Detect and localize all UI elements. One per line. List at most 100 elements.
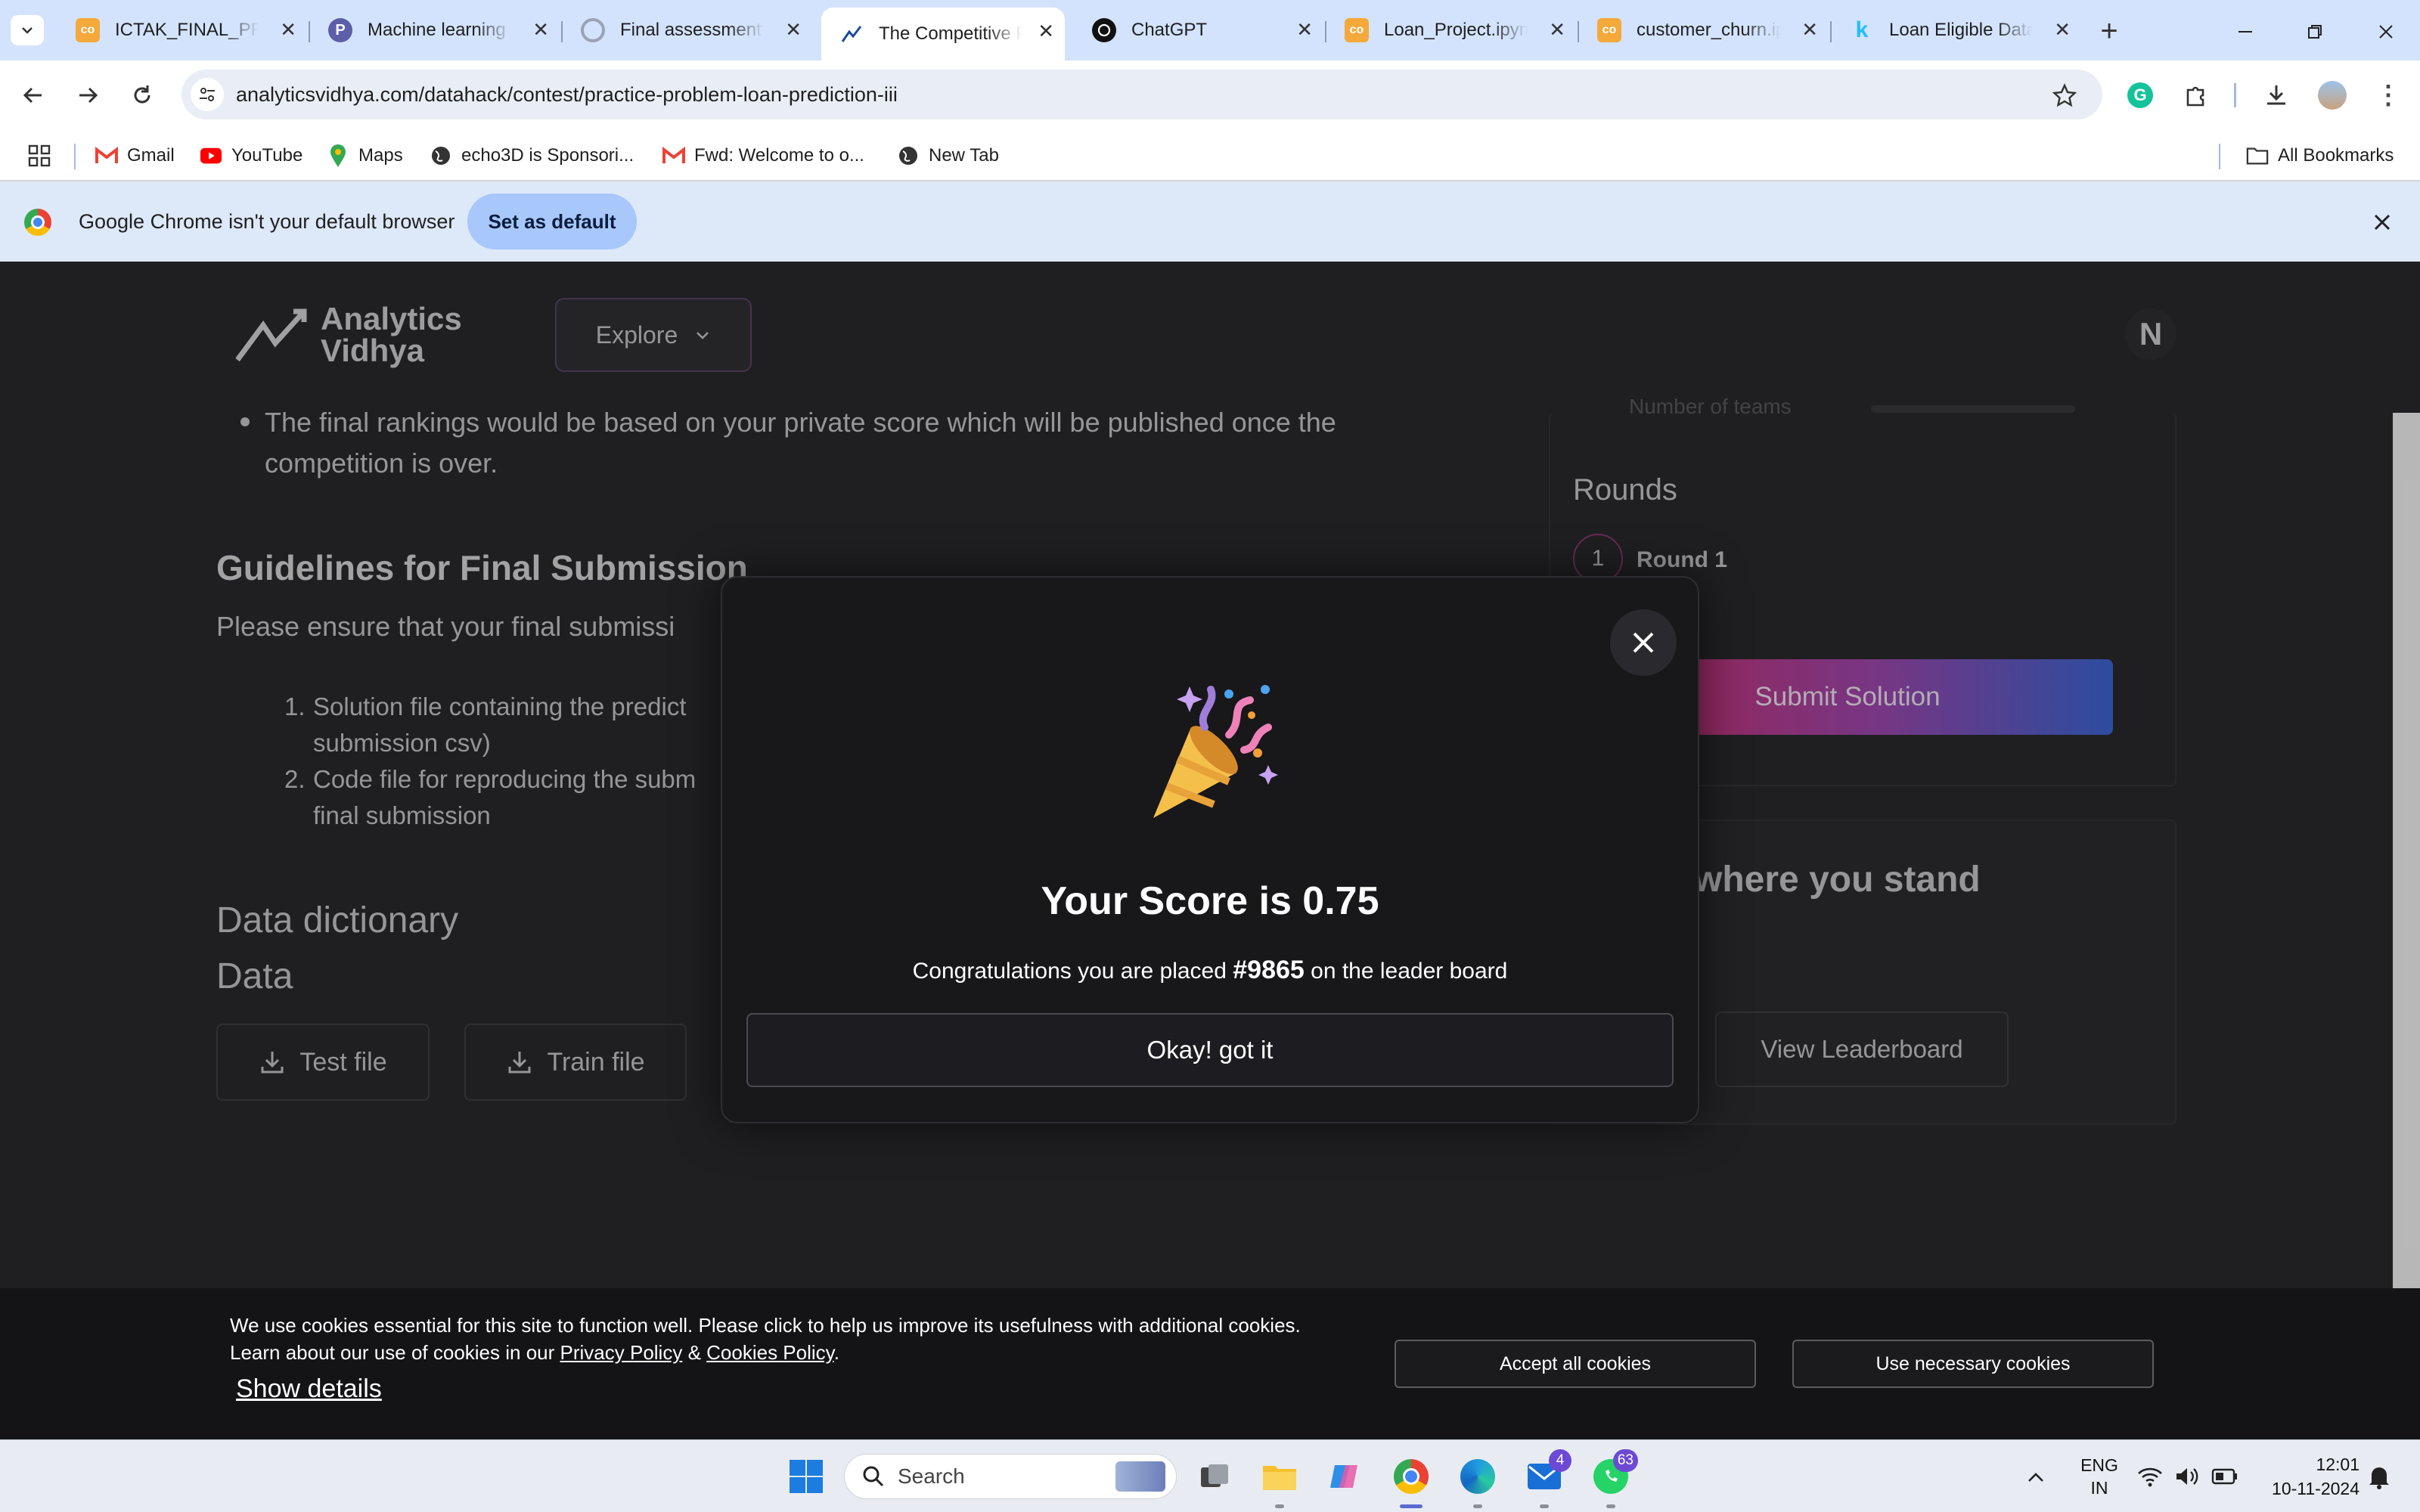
copilot-icon[interactable] [1322, 1454, 1367, 1499]
restore-icon [2308, 25, 2322, 39]
okay-got-it-button[interactable]: Okay! got it [746, 1013, 1674, 1087]
privacy-policy-link[interactable]: Privacy Policy [560, 1341, 683, 1364]
cookie-line2-prefix: Learn about our use of cookies in our [230, 1341, 560, 1364]
cookie-period: . [833, 1341, 839, 1364]
clock[interactable]: 12:01 10-11-2024 [2254, 1452, 2360, 1501]
address-bar[interactable]: analyticsvidhya.com/datahack/contest/pra… [182, 70, 2102, 119]
volume-icon[interactable] [2175, 1466, 2201, 1487]
profile-avatar[interactable] [2311, 74, 2353, 116]
close-icon [2379, 25, 2393, 39]
bookmark-gmail[interactable]: Gmail [95, 141, 175, 171]
set-default-pill[interactable]: Set as default [467, 194, 637, 249]
running-indicator [1606, 1504, 1615, 1508]
wifi-icon[interactable] [2137, 1466, 2163, 1487]
notification-bell-icon[interactable] [2367, 1464, 2391, 1490]
gmail-icon [662, 144, 685, 167]
apps-grid-icon[interactable] [27, 141, 51, 171]
bookmark-star-icon[interactable] [2043, 74, 2086, 116]
downloads-icon[interactable] [2255, 74, 2297, 116]
use-necessary-cookies-button[interactable]: Use necessary cookies [1792, 1340, 2154, 1388]
reload-button[interactable] [121, 74, 163, 116]
close-icon[interactable]: ✕ [1549, 18, 1565, 42]
bookmark-youtube[interactable]: YouTube [200, 141, 302, 171]
bookmark-fwd-welcome[interactable]: Fwd: Welcome to o... [662, 141, 864, 171]
all-bookmarks[interactable]: All Bookmarks [2246, 141, 2394, 171]
edge-icon[interactable] [1455, 1454, 1500, 1508]
cookies-policy-link[interactable]: Cookies Policy [706, 1341, 834, 1364]
window-close-button[interactable] [2367, 18, 2405, 45]
chrome-logo-icon [24, 209, 51, 236]
close-icon[interactable]: ✕ [1038, 20, 1054, 43]
extensions-icon[interactable] [2175, 74, 2217, 116]
rank-prefix: Congratulations you are placed [912, 959, 1233, 984]
modal-close-button[interactable] [1610, 609, 1677, 676]
close-icon[interactable]: ✕ [1296, 18, 1313, 42]
new-tab-button[interactable]: + [2092, 14, 2127, 48]
chevron-down-icon [22, 27, 33, 34]
close-icon[interactable]: ✕ [1801, 18, 1818, 42]
accept-all-label: Accept all cookies [1499, 1352, 1652, 1374]
close-icon [1633, 632, 1654, 653]
show-details-link[interactable]: Show details [236, 1374, 382, 1404]
bookmark-label: YouTube [231, 145, 303, 166]
file-explorer-icon[interactable] [1257, 1454, 1302, 1508]
gmail-icon [95, 144, 118, 167]
tab-search-button[interactable] [11, 15, 44, 45]
close-icon[interactable]: ✕ [785, 18, 802, 42]
infobar-close-icon[interactable] [2367, 207, 2397, 237]
minimize-icon [2238, 31, 2252, 33]
search-label: Search [898, 1464, 965, 1488]
battery-icon[interactable] [2211, 1467, 2238, 1486]
maps-icon [327, 144, 349, 167]
set-default-label: Set as default [488, 209, 616, 233]
site-settings-icon[interactable] [191, 78, 224, 111]
start-button[interactable] [783, 1454, 829, 1499]
restore-button[interactable] [2296, 18, 2334, 45]
rank-message: Congratulations you are placed #9865 on … [722, 956, 1698, 985]
bookmark-echo3d[interactable]: echo3D is Sponsori... [430, 141, 634, 171]
grammarly-icon[interactable]: G [2119, 74, 2161, 116]
clock-time: 12:01 [2316, 1455, 2360, 1474]
menu-kebab-icon[interactable]: ⋮ [2367, 74, 2409, 116]
tray-overflow-chevron-icon[interactable] [2021, 1463, 2051, 1493]
tab-5[interactable]: co Loan_Project.ipynb ✕ [1326, 11, 1576, 50]
tab-0[interactable]: co ICTAK_FINAL_PRO ✕ [57, 11, 307, 50]
forward-button[interactable] [67, 74, 109, 116]
tab-7[interactable]: k Loan Eligible Data ✕ [1832, 11, 2081, 50]
tab-title: Loan Eligible Data [1889, 20, 2033, 40]
whatsapp-icon[interactable]: 63 [1588, 1449, 1638, 1508]
running-indicator [1275, 1504, 1284, 1508]
minimize-button[interactable] [2226, 18, 2264, 45]
bookmarks-bar: Gmail YouTube Maps echo3D is Sponsori...… [0, 130, 2420, 181]
windows-logo-icon [790, 1460, 823, 1493]
whatsapp-badge: 63 [1612, 1449, 1638, 1472]
accept-all-cookies-button[interactable]: Accept all cookies [1395, 1340, 1756, 1388]
jupyter-icon: co [76, 18, 100, 42]
chrome-taskbar-icon[interactable] [1388, 1454, 1434, 1508]
tab-4[interactable]: ChatGPT ✕ [1074, 11, 1323, 50]
tab-3[interactable]: The Competitive P ✕ [821, 8, 1065, 60]
language-indicator[interactable]: ENG IN [2075, 1454, 2124, 1499]
loading-icon [581, 18, 605, 42]
tab-1[interactable]: P Machine learning ✕ [310, 11, 560, 50]
mail-icon[interactable]: 4 [1522, 1449, 1571, 1508]
use-necessary-label: Use necessary cookies [1876, 1352, 2071, 1374]
okay-label: Okay! got it [1146, 1036, 1274, 1064]
score-title: Your Score is 0.75 [1041, 879, 1379, 923]
back-button[interactable] [12, 74, 54, 116]
tab-6[interactable]: co customer_churn.ip ✕ [1579, 11, 1829, 50]
all-bookmarks-label: All Bookmarks [2278, 145, 2394, 166]
windows-taskbar: Search 4 63 ENG IN 12:01 10-11-2024 [0, 1439, 2420, 1512]
jupyter-icon: co [1345, 18, 1369, 42]
task-view-icon[interactable] [1192, 1454, 1237, 1499]
close-icon[interactable]: ✕ [280, 18, 296, 42]
bookmark-maps[interactable]: Maps [327, 141, 403, 171]
bookmark-new-tab[interactable]: New Tab [897, 141, 999, 171]
close-icon[interactable]: ✕ [2054, 18, 2071, 42]
taskbar-search-box[interactable]: Search [844, 1454, 1177, 1499]
close-icon[interactable]: ✕ [532, 18, 549, 42]
rank-value: #9865 [1233, 956, 1305, 984]
tab-2[interactable]: Final assessment c ✕ [563, 11, 812, 50]
analytics-vidhya-icon [839, 22, 864, 46]
party-popper-icon [1153, 685, 1278, 818]
